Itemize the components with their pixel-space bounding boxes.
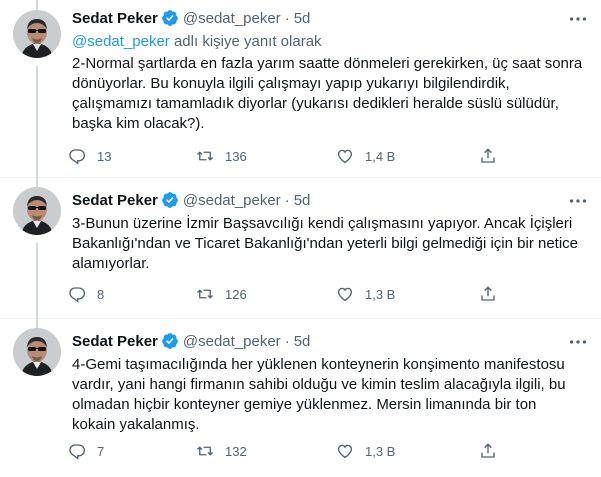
tweet-text-line: 2-Normal şartlarda en fazla yarım saatte… [72,55,583,72]
reply-button[interactable]: 8 [60,281,104,307]
share-icon [471,143,505,169]
retweet-icon [188,143,222,169]
avatar-image [13,328,61,376]
tweet-text-line: olmadan hiçbir konteyner gemiye yüklenme… [72,396,537,413]
retweet-count: 132 [225,443,247,459]
tweet-actions: 7 132 1,3 B [60,438,520,464]
tweet-1[interactable]: Sedat Peker @sedat_peker · 5d @sedat_pek… [0,0,601,177]
share-button[interactable] [471,143,505,169]
tweet-header: Sedat Peker @sedat_peker · 5d [72,331,310,351]
author-name[interactable]: Sedat Peker [72,333,158,350]
author-name[interactable]: Sedat Peker [72,10,158,27]
like-button[interactable]: 1,3 B [328,438,395,464]
separator-dot: · [284,191,290,209]
reply-button[interactable]: 7 [60,438,104,464]
retweet-count: 136 [225,148,247,164]
tweet-text: 4-Gemi taşımacılığında her yüklenen kont… [72,355,587,435]
author-handle[interactable]: @sedat_peker [183,333,281,350]
avatar-image [13,187,61,235]
reply-context-text: adlı kişiye yanıt olarak [169,33,322,50]
reply-icon [60,281,94,307]
tweet-text-line: 3-Bunun üzerine İzmir Başsavcılığı kendi… [72,215,573,232]
avatar[interactable] [13,328,61,376]
more-options-icon[interactable] [567,8,589,30]
retweet-button[interactable]: 136 [188,143,247,169]
like-count: 1,3 B [365,286,396,302]
timestamp[interactable]: 5d [294,333,311,350]
separator-dot: · [284,9,290,27]
tweet-header: Sedat Peker @sedat_peker · 5d [72,190,310,210]
tweet-text-line: alamıyorlar. [72,255,150,272]
retweet-icon [188,281,222,307]
thread-line [36,318,38,328]
reply-count: 7 [97,443,105,459]
reply-button[interactable]: 13 [60,143,111,169]
like-count: 1,3 B [365,443,396,459]
reply-count: 13 [97,148,112,164]
tweet-text-line: çalışmamızı tamamladık diyorlar (yukarıs… [72,95,559,112]
like-count: 1,4 B [365,148,396,164]
reply-icon [60,143,94,169]
verified-badge-icon [161,191,179,209]
share-icon [471,281,505,307]
thread-line [36,177,38,187]
like-button[interactable]: 1,4 B [328,143,395,169]
tweet-3[interactable]: Sedat Peker @sedat_peker · 5d 4-Gemi taş… [0,318,601,477]
reply-count: 8 [97,286,105,302]
heart-icon [328,281,362,307]
timestamp[interactable]: 5d [294,192,311,209]
avatar-image [13,10,61,58]
tweet-text-line: 4-Gemi taşımacılığında her yüklenen kont… [72,356,565,373]
tweet-2[interactable]: Sedat Peker @sedat_peker · 5d 3-Bunun üz… [0,177,601,318]
tweet-actions: 13 136 1,4 B [60,143,520,169]
reply-icon [60,438,94,464]
like-button[interactable]: 1,3 B [328,281,395,307]
heart-icon [328,143,362,169]
timestamp[interactable]: 5d [294,10,311,27]
thread-line [36,66,38,177]
share-button[interactable] [471,281,505,307]
reply-context: @sedat_peker adlı kişiye yanıt olarak [72,33,322,50]
avatar[interactable] [13,10,61,58]
tweet-actions: 8 126 1,3 B [60,281,520,307]
author-name[interactable]: Sedat Peker [72,192,158,209]
tweet-text-line: başka kim olacak?). [72,115,205,132]
retweet-button[interactable]: 126 [188,281,247,307]
separator-dot: · [284,332,290,350]
tweet-text-line: vardır, yani hangi firmanın sahibi olduğ… [72,376,566,393]
author-handle[interactable]: @sedat_peker [183,192,281,209]
thread-line [36,243,38,318]
tweet-text-line: Bakanlığı'ndan ve Ticaret Bakanlığı'ndan… [72,235,579,252]
author-handle[interactable]: @sedat_peker [183,10,281,27]
verified-badge-icon [161,332,179,350]
tweet-text-line: dönüyorlar. Bu konuyla ilgili çalışmayı … [72,75,510,92]
retweet-count: 126 [225,286,247,302]
thread-line [36,0,38,10]
share-icon [471,438,505,464]
heart-icon [328,438,362,464]
tweet-text: 2-Normal şartlarda en fazla yarım saatte… [72,54,587,134]
tweet-header: Sedat Peker @sedat_peker · 5d [72,8,310,28]
tweet-text-line: kokain yakalanmış. [72,416,200,433]
more-options-icon[interactable] [567,190,589,212]
tweet-text: 3-Bunun üzerine İzmir Başsavcılığı kendi… [72,214,587,274]
verified-badge-icon [161,9,179,27]
avatar[interactable] [13,187,61,235]
more-options-icon[interactable] [567,331,589,353]
retweet-icon [188,438,222,464]
share-button[interactable] [471,438,505,464]
retweet-button[interactable]: 132 [188,438,247,464]
reply-mention-link[interactable]: @sedat_peker [72,33,170,50]
